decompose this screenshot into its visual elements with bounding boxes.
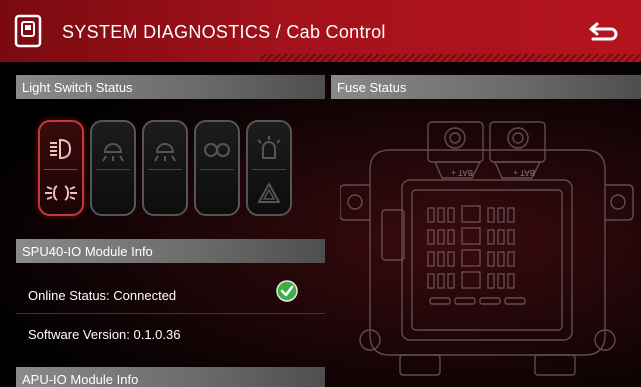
beacon-icon <box>257 136 281 159</box>
controller-icon <box>14 14 42 48</box>
switch-headlight[interactable] <box>38 120 84 216</box>
auxiliary-lights-icon <box>204 143 230 157</box>
info-divider <box>16 313 325 314</box>
switch-work-light-2[interactable] <box>142 120 188 216</box>
fuse-block-diagram: BAT + BAT + <box>340 121 634 376</box>
light-switch-row <box>38 120 298 216</box>
fuse-status-header: Fuse Status <box>331 75 641 99</box>
switch-hazard-beacon[interactable] <box>246 120 292 216</box>
parking-light-icon <box>45 185 77 201</box>
headlight-icon <box>50 138 72 160</box>
software-version-text: Software Version: 0.1.0.36 <box>28 327 181 342</box>
check-circle-icon <box>276 280 298 302</box>
fuse-terminal-label-2: BAT + <box>513 168 535 177</box>
light-switch-status-header: Light Switch Status <box>16 75 325 99</box>
header-hatch-decoration <box>260 54 641 62</box>
work-light-icon <box>102 143 124 162</box>
fuse-terminal-label-1: BAT + <box>451 168 473 177</box>
hazard-triangle-icon <box>257 181 281 203</box>
spu-module-info-header: SPU40-IO Module Info <box>16 239 325 263</box>
flood-light-icon <box>154 143 176 162</box>
back-arrow-icon[interactable] <box>589 20 619 44</box>
switch-auxiliary-lights[interactable] <box>194 120 240 216</box>
header-bar: SYSTEM DIAGNOSTICS / Cab Control <box>0 0 641 62</box>
switch-work-light-1[interactable] <box>90 120 136 216</box>
apu-module-info-header: APU-IO Module Info <box>16 367 325 387</box>
page-title: SYSTEM DIAGNOSTICS / Cab Control <box>62 22 386 42</box>
